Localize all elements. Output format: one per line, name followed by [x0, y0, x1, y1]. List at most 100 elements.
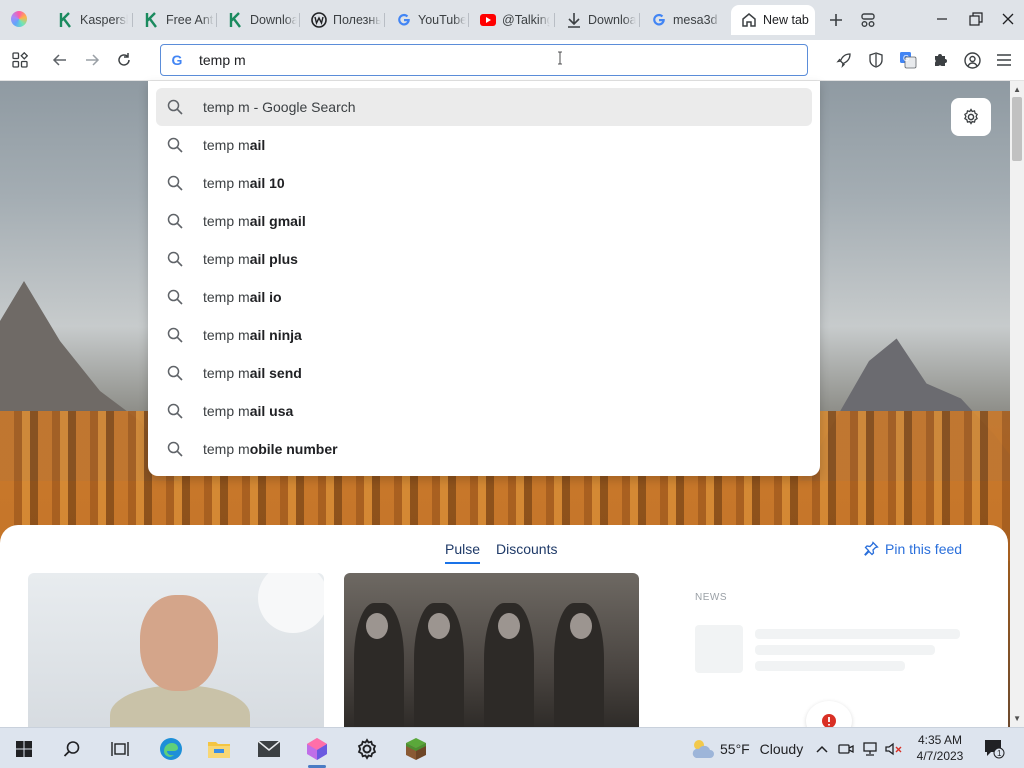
show-hidden-icons-button[interactable]	[808, 734, 836, 764]
suggestion-item[interactable]: temp mail	[156, 126, 812, 164]
taskbar-minecraft[interactable]	[401, 734, 431, 764]
suggestion-query: temp m	[203, 175, 250, 191]
suggestion-item[interactable]: temp mail gmail	[156, 202, 812, 240]
feed-card[interactable]	[28, 573, 324, 727]
suggestion-completion: ail plus	[249, 251, 298, 267]
page-settings-button[interactable]	[951, 98, 991, 136]
start-button[interactable]	[9, 734, 39, 764]
browser-tab[interactable]: Полезные	[301, 5, 382, 35]
google-g-icon	[653, 13, 665, 26]
weather-text[interactable]: 55°F Cloudy	[720, 741, 803, 757]
browser-tab[interactable]: Download	[556, 5, 637, 35]
suggestion-item[interactable]: temp mail io	[156, 278, 812, 316]
kaspersky-k-icon	[229, 12, 241, 28]
speed-dial-button[interactable]	[832, 48, 856, 72]
suggestion-query: temp m	[203, 99, 250, 115]
suggestion-completion: ail	[249, 137, 266, 153]
scroll-down-arrow-icon[interactable]: ▼	[1013, 714, 1021, 723]
svg-text:G: G	[903, 54, 909, 63]
feed-tab-discounts[interactable]: Discounts	[496, 541, 557, 557]
new-tab-button[interactable]	[824, 8, 848, 32]
browser-logo-icon[interactable]	[11, 11, 27, 27]
taskbar-edge[interactable]	[156, 734, 186, 764]
suggestion-item[interactable]: temp mobile number	[156, 430, 812, 468]
taskbar: 55°F Cloudy 4:35 AM 4/7/2023 1	[0, 727, 1024, 768]
omnibox-suggestions: temp m - Google Search temp mail temp mail…	[148, 81, 820, 476]
restore-button[interactable]	[960, 4, 992, 34]
tab-title: mesa3d	[673, 13, 718, 27]
tray-meet-now[interactable]	[834, 734, 858, 764]
w-circle-favicon	[311, 12, 327, 28]
gear-icon	[357, 738, 377, 760]
alert-icon	[822, 714, 836, 727]
suggestion-query: temp m	[203, 251, 250, 267]
workspaces-icon	[861, 13, 875, 27]
card-image-face	[570, 613, 592, 639]
tray-network[interactable]	[858, 734, 882, 764]
taskbar-search-button[interactable]	[57, 734, 87, 764]
browser-tab[interactable]: Kaspersky	[48, 5, 130, 35]
back-button[interactable]	[48, 48, 72, 72]
scrollbar-thumb[interactable]	[1012, 97, 1022, 161]
clock[interactable]: 4:35 AM 4/7/2023	[910, 732, 970, 764]
card-image-face	[428, 613, 450, 639]
workspaces-button[interactable]	[856, 8, 880, 32]
browser-tab[interactable]: mesa3d	[641, 5, 727, 35]
suggestion-item[interactable]: temp mail usa	[156, 392, 812, 430]
tab-title: New tab	[763, 13, 809, 27]
forward-button[interactable]	[80, 48, 104, 72]
browser-tab[interactable]: New tab	[731, 5, 815, 35]
tab-separator	[132, 13, 133, 27]
suggestion-query: temp m	[203, 289, 250, 305]
taskbar-browser[interactable]	[302, 734, 332, 768]
home-favicon	[741, 12, 757, 28]
taskbar-file-explorer[interactable]	[204, 734, 234, 764]
kaspersky-k-favicon	[144, 12, 160, 28]
weather-widget[interactable]	[688, 734, 718, 764]
suggestion-item[interactable]: temp mail ninja	[156, 316, 812, 354]
suggestion-text: temp mail io	[203, 289, 282, 305]
tab-separator	[384, 13, 385, 27]
suggestion-item[interactable]: temp m - Google Search	[156, 88, 812, 126]
page-scrollbar[interactable]: ▲ ▼	[1010, 81, 1024, 727]
browser-tab[interactable]: Free Antivirus	[134, 5, 214, 35]
reload-button[interactable]	[112, 48, 136, 72]
feed-tab-pulse[interactable]: Pulse	[445, 541, 481, 564]
news-thumbnail-placeholder	[695, 625, 743, 673]
translate-button[interactable]: G	[896, 48, 920, 72]
notification-center-button[interactable]: 1	[980, 734, 1010, 764]
feed-card[interactable]	[344, 573, 639, 727]
suggestion-query: temp m	[203, 327, 250, 343]
tab-separator	[299, 13, 300, 27]
puzzle-icon	[935, 54, 947, 66]
menu-button[interactable]	[992, 48, 1016, 72]
scroll-up-arrow-icon[interactable]: ▲	[1013, 85, 1021, 94]
tray-volume[interactable]	[882, 734, 906, 764]
extensions-button[interactable]	[928, 48, 952, 72]
weather-condition: Cloudy	[759, 741, 804, 757]
sidebar-button[interactable]	[8, 48, 32, 72]
task-view-button[interactable]	[105, 734, 135, 764]
browser-tab[interactable]: @Talking	[470, 5, 552, 35]
address-input[interactable]	[199, 50, 759, 70]
profile-button[interactable]	[960, 48, 984, 72]
taskbar-mail[interactable]	[254, 734, 284, 764]
pin-feed-label: Pin this feed	[885, 541, 963, 557]
pin-feed-button[interactable]: Pin this feed	[863, 541, 962, 557]
browser-tab[interactable]: Download	[218, 5, 297, 35]
pin-icon	[864, 541, 879, 556]
tab-title: Free Antivirus	[166, 13, 214, 27]
taskbar-settings[interactable]	[352, 734, 382, 764]
close-icon	[1002, 13, 1014, 25]
minimize-button[interactable]	[926, 4, 958, 34]
suggestion-item[interactable]: temp mail plus	[156, 240, 812, 278]
browser-tab[interactable]: YouTube	[386, 5, 466, 35]
address-bar[interactable]: G	[160, 44, 808, 76]
suggestion-item[interactable]: temp mail 10	[156, 164, 812, 202]
feed-notification-badge[interactable]	[806, 701, 852, 727]
close-window-button[interactable]	[992, 4, 1024, 34]
translate-icon: G	[900, 52, 917, 69]
shield-button[interactable]	[864, 48, 888, 72]
suggestion-item[interactable]: temp mail send	[156, 354, 812, 392]
news-section-label: NEWS	[695, 592, 727, 603]
